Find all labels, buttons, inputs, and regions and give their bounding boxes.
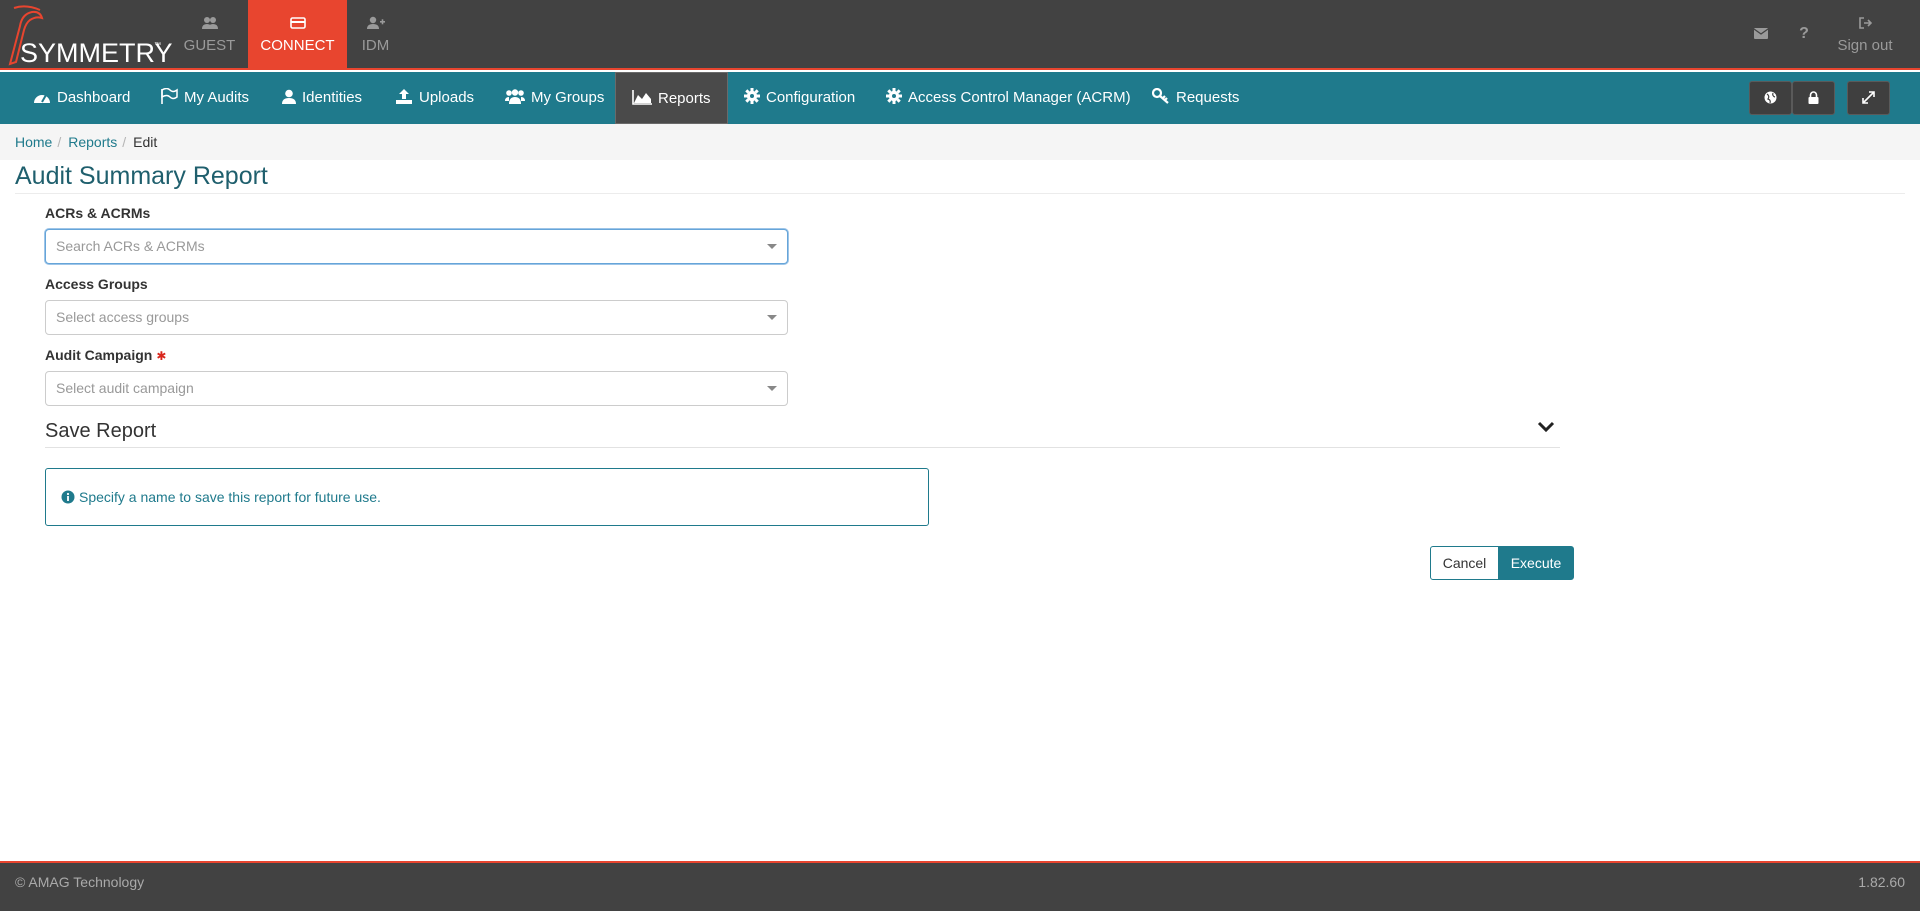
- envelope-icon[interactable]: [1749, 22, 1773, 46]
- chevron-down-icon: [767, 386, 777, 391]
- access-groups-placeholder: Select access groups: [56, 309, 190, 325]
- nav-item-my-audits[interactable]: My Audits: [160, 72, 249, 124]
- breadcrumb-current: Edit: [133, 134, 158, 150]
- sign-out-label: Sign out: [1837, 37, 1893, 54]
- sign-out-icon: [1828, 16, 1902, 30]
- nav-label: My Audits: [184, 89, 250, 106]
- upload-icon: [396, 89, 412, 104]
- nav-item-identities[interactable]: Identities: [282, 72, 362, 124]
- nav-item-reports[interactable]: Reports: [615, 72, 728, 124]
- audit-campaign-select[interactable]: Select audit campaign: [45, 371, 788, 406]
- breadcrumb-reports[interactable]: Reports: [68, 134, 117, 150]
- logo-text: SYMMETRY: [20, 38, 173, 68]
- lock-button[interactable]: [1792, 81, 1835, 115]
- access-groups-label: Access Groups: [45, 276, 148, 292]
- nav-item-my-groups[interactable]: My Groups: [505, 72, 604, 124]
- expand-icon: [1862, 91, 1875, 104]
- chevron-down-icon: [767, 315, 777, 320]
- save-report-info: Specify a name to save this report for f…: [45, 468, 929, 526]
- breadcrumb-separator: /: [122, 134, 127, 150]
- nav-label: Dashboard: [57, 89, 131, 106]
- gear-icon: [886, 88, 902, 104]
- app-tab-guest[interactable]: GUEST: [160, 0, 259, 70]
- acrs-label: ACRs & ACRMs: [45, 205, 151, 221]
- app-tab-label: GUEST: [183, 37, 236, 54]
- nav-label: Access Control Manager (ACRM): [908, 89, 1131, 106]
- nav-item-acrm[interactable]: Access Control Manager (ACRM): [886, 72, 1131, 124]
- nav-item-uploads[interactable]: Uploads: [395, 72, 474, 124]
- area-chart-icon: [632, 90, 652, 105]
- nav-item-dashboard[interactable]: Dashboard: [33, 72, 130, 124]
- footer-copyright: © AMAG Technology: [15, 874, 145, 890]
- top-bar: SYMMETRY ™ GUEST CONNECT IDM ? Sign out: [0, 0, 1920, 70]
- main-nav: Dashboard My Audits Identities Uploads M…: [0, 72, 1920, 124]
- nav-label: Identities: [302, 89, 363, 106]
- lock-icon: [1808, 91, 1819, 104]
- audit-campaign-label: Audit Campaign ✱: [45, 347, 166, 363]
- acrs-search-select[interactable]: Search ACRs & ACRMs: [45, 229, 788, 264]
- save-report-info-text: Specify a name to save this report for f…: [79, 489, 381, 505]
- user-icon: [282, 89, 296, 104]
- chevron-down-icon: [767, 244, 777, 249]
- access-groups-select[interactable]: Select access groups: [45, 300, 788, 335]
- flag-icon: [161, 87, 178, 104]
- symmetry-logo[interactable]: SYMMETRY ™: [6, 4, 173, 68]
- save-report-title: Save Report: [45, 420, 157, 442]
- nav-label: Requests: [1176, 89, 1240, 106]
- user-plus-icon: [326, 16, 425, 30]
- question-icon[interactable]: ?: [1792, 22, 1816, 46]
- nav-label: Uploads: [419, 89, 475, 106]
- audit-campaign-placeholder: Select audit campaign: [56, 380, 194, 396]
- acrs-placeholder: Search ACRs & ACRMs: [56, 238, 205, 254]
- sign-out-button[interactable]: Sign out: [1828, 0, 1902, 70]
- title-divider: [15, 193, 1905, 194]
- users-icon: [160, 16, 259, 30]
- breadcrumb-separator: /: [57, 134, 62, 150]
- footer: © AMAG Technology 1.82.60: [0, 861, 1920, 911]
- fullscreen-button[interactable]: [1847, 81, 1890, 115]
- audit-campaign-label-text: Audit Campaign: [45, 347, 153, 363]
- breadcrumb: Home / Reports / Edit: [0, 124, 1920, 160]
- cancel-button[interactable]: Cancel: [1430, 546, 1499, 580]
- nav-item-requests[interactable]: Requests: [1151, 72, 1240, 124]
- required-asterisk-icon: ✱: [156, 349, 167, 363]
- footer-version: 1.82.60: [1858, 874, 1905, 890]
- nav-label: My Groups: [531, 89, 605, 106]
- app-tab-idm[interactable]: IDM: [326, 0, 425, 70]
- group-icon: [505, 89, 525, 104]
- execute-button[interactable]: Execute: [1498, 546, 1574, 580]
- page-title: Audit Summary Report: [15, 162, 268, 190]
- save-report-toggle[interactable]: [1537, 420, 1555, 437]
- key-icon: [1151, 87, 1169, 104]
- language-button[interactable]: [1749, 81, 1792, 115]
- info-circle-icon: [61, 490, 75, 504]
- chevron-down-icon: [1537, 421, 1555, 433]
- nav-label: Configuration: [766, 89, 856, 106]
- nav-label: Reports: [658, 90, 711, 107]
- globe-icon: [1764, 91, 1777, 104]
- save-report-divider: [45, 447, 1560, 448]
- gear-icon: [744, 88, 760, 104]
- breadcrumb-home[interactable]: Home: [15, 134, 52, 150]
- app-tab-label: IDM: [361, 37, 390, 54]
- nav-item-configuration[interactable]: Configuration: [744, 72, 855, 124]
- dashboard-icon: [34, 94, 50, 103]
